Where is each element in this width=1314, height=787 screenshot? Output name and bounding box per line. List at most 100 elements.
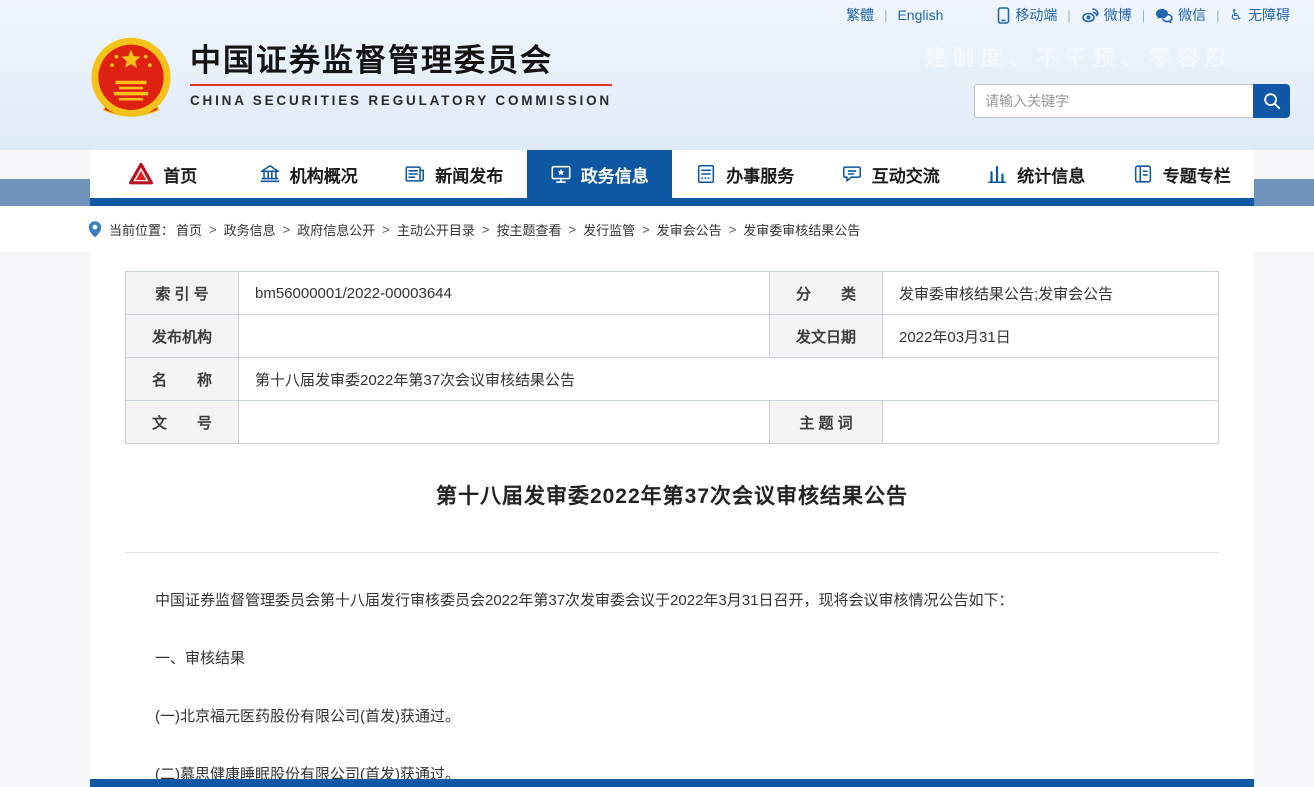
topbar-separator: | <box>1216 8 1219 23</box>
topbar-separator: | <box>1067 8 1070 23</box>
topbar-link-traditional[interactable]: 繁體 <box>846 5 874 25</box>
title-divider <box>125 552 1219 553</box>
category-label: 分 类 <box>770 272 883 315</box>
search-button[interactable] <box>1253 84 1290 118</box>
wechat-icon <box>1155 8 1173 23</box>
accessibility-icon: ♿ <box>1230 8 1243 23</box>
main-navigation: 首页 机构概况 新闻发布 政务信息 办事服务 <box>0 150 1314 206</box>
nav-label: 机构概况 <box>290 162 358 187</box>
breadcrumb-item-by-topic[interactable]: 按主题查看 <box>496 220 561 239</box>
nav-item-statistics[interactable]: 统计信息 <box>963 150 1109 198</box>
table-row: 发布机构 发文日期 2022年03月31日 <box>126 315 1219 358</box>
topbar-separator: | <box>1142 8 1145 23</box>
breadcrumb: 当前位置： 首页 > 政务信息 > 政府信息公开 > 主动公开目录 > 按主题查… <box>0 206 1314 252</box>
keywords-label: 主 题 词 <box>770 401 883 444</box>
gov-info-monitor-icon <box>550 163 572 185</box>
breadcrumb-label: 当前位置： <box>109 220 174 239</box>
content-panel: 索 引 号 bm56000001/2022-00003644 分 类 发审委审核… <box>90 252 1254 787</box>
nav-label: 新闻发布 <box>435 162 503 187</box>
breadcrumb-item-gov-info[interactable]: 政务信息 <box>224 220 276 239</box>
org-name-cn: 中国证券监督管理委员会 <box>190 44 612 78</box>
table-row: 文 号 主 题 词 <box>126 401 1219 444</box>
chat-bubble-icon <box>841 163 863 185</box>
nav-bottom-strip <box>90 198 1254 206</box>
nav-item-gov-info[interactable]: 政务信息 <box>527 150 673 198</box>
topbar-link-mobile[interactable]: 移动端 <box>997 5 1057 25</box>
nav-label: 政务信息 <box>581 162 649 187</box>
publish-date-value: 2022年03月31日 <box>883 315 1219 358</box>
topbar-weibo-label: 微博 <box>1104 5 1132 25</box>
breadcrumb-item-catalog[interactable]: 主动公开目录 <box>397 220 475 239</box>
breadcrumb-separator: > <box>482 222 490 237</box>
publisher-label: 发布机构 <box>126 315 239 358</box>
nav-item-services[interactable]: 办事服务 <box>672 150 818 198</box>
nav-label: 统计信息 <box>1017 162 1085 187</box>
topbar-link-weibo[interactable]: 微博 <box>1081 5 1132 25</box>
nav-item-news[interactable]: 新闻发布 <box>381 150 527 198</box>
keywords-value <box>883 401 1219 444</box>
name-label: 名 称 <box>126 358 239 401</box>
location-pin-icon <box>88 220 102 238</box>
topbar-link-wechat[interactable]: 微信 <box>1155 5 1206 25</box>
search-icon <box>1262 91 1282 111</box>
news-icon <box>404 163 426 185</box>
breadcrumb-item-issuance[interactable]: 发行监管 <box>583 220 635 239</box>
breadcrumb-separator: > <box>283 222 291 237</box>
nav-label: 专题专栏 <box>1163 162 1231 187</box>
doc-number-label: 文 号 <box>126 401 239 444</box>
topbar-mobile-label: 移动端 <box>1015 5 1057 25</box>
breadcrumb-separator: > <box>642 222 650 237</box>
nav-item-home[interactable]: 首页 <box>90 150 236 198</box>
topbar-wechat-label: 微信 <box>1178 5 1206 25</box>
services-document-icon <box>695 163 717 185</box>
breadcrumb-item-disclosure[interactable]: 政府信息公开 <box>297 220 375 239</box>
table-row: 名 称 第十八届发审委2022年第37次会议审核结果公告 <box>126 358 1219 401</box>
document-info-table: 索 引 号 bm56000001/2022-00003644 分 类 发审委审核… <box>125 271 1219 444</box>
topbar-link-english[interactable]: English <box>897 7 943 23</box>
name-value: 第十八届发审委2022年第37次会议审核结果公告 <box>239 358 1219 401</box>
breadcrumb-separator: > <box>729 222 737 237</box>
main-area: 索 引 号 bm56000001/2022-00003644 分 类 发审委审核… <box>0 252 1314 787</box>
breadcrumb-separator: > <box>382 222 390 237</box>
breadcrumb-separator: > <box>568 222 576 237</box>
article-paragraph: (一)北京福元医药股份有限公司(首发)获通过。 <box>125 706 1219 727</box>
topbar-accessibility-label: 无障碍 <box>1248 5 1290 25</box>
nav-item-interaction[interactable]: 互动交流 <box>818 150 964 198</box>
header-slogan-watermark: 建制度、不干预、零容忍 <box>925 42 1233 72</box>
topbar-separator: | <box>884 8 887 23</box>
article-paragraph: 中国证券监督管理委员会第十八届发行审核委员会2022年第37次发审委会议于202… <box>125 590 1219 611</box>
breadcrumb-item-iec-announcements[interactable]: 发审会公告 <box>657 220 722 239</box>
mobile-phone-icon <box>997 7 1010 24</box>
nav-label: 互动交流 <box>872 162 940 187</box>
category-value: 发审委审核结果公告;发审会公告 <box>883 272 1219 315</box>
footer-top-strip <box>90 779 1254 787</box>
brand-red-line <box>190 84 612 86</box>
article-paragraph: 一、审核结果 <box>125 648 1219 669</box>
index-number-label: 索 引 号 <box>126 272 239 315</box>
site-search <box>974 84 1290 118</box>
weibo-icon <box>1081 7 1099 23</box>
publisher-value <box>239 315 770 358</box>
doc-number-value <box>239 401 770 444</box>
article-title: 第十八届发审委2022年第37次会议审核结果公告 <box>125 480 1219 510</box>
brand-text: 中国证券监督管理委员会 CHINA SECURITIES REGULATORY … <box>190 36 612 108</box>
nav-label: 办事服务 <box>726 162 794 187</box>
nav-item-institution[interactable]: 机构概况 <box>236 150 382 198</box>
topbar-link-accessibility[interactable]: ♿ 无障碍 <box>1230 5 1290 25</box>
table-row: 索 引 号 bm56000001/2022-00003644 分 类 发审委审核… <box>126 272 1219 315</box>
breadcrumb-separator: > <box>209 222 217 237</box>
site-header: 繁體 | English 移动端 | 微博 | 微信 | ♿ 无障碍 <box>0 0 1314 150</box>
nav-label: 首页 <box>163 162 197 187</box>
breadcrumb-item-home[interactable]: 首页 <box>176 220 202 239</box>
csrc-logo-icon <box>128 162 154 186</box>
bar-chart-icon <box>986 163 1008 185</box>
publish-date-label: 发文日期 <box>770 315 883 358</box>
breadcrumb-item-review-results[interactable]: 发审委审核结果公告 <box>743 220 860 239</box>
special-columns-book-icon <box>1132 163 1154 185</box>
nav-item-special-columns[interactable]: 专题专栏 <box>1109 150 1255 198</box>
search-input[interactable] <box>974 84 1253 118</box>
org-name-en: CHINA SECURITIES REGULATORY COMMISSION <box>190 93 612 108</box>
topbar: 繁體 | English 移动端 | 微博 | 微信 | ♿ 无障碍 <box>846 0 1290 30</box>
institution-icon <box>259 163 281 185</box>
index-number-value: bm56000001/2022-00003644 <box>239 272 770 315</box>
